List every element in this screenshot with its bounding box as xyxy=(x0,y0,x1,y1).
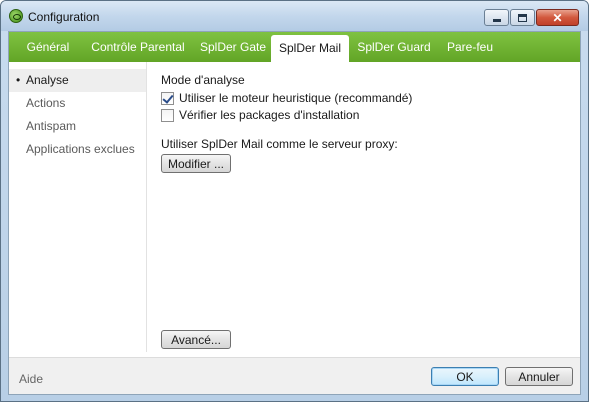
close-button[interactable]: ✕ xyxy=(536,9,579,26)
tab-general[interactable]: Général xyxy=(17,32,79,62)
sidebar: • Analyse Actions Antispam Applications … xyxy=(9,62,147,352)
advanced-button[interactable]: Avancé... xyxy=(161,330,231,349)
sidebar-item-actions[interactable]: Actions xyxy=(9,92,146,115)
close-icon: ✕ xyxy=(552,10,563,25)
maximize-icon xyxy=(518,13,527,22)
packages-label[interactable]: Vérifier les packages d'installation xyxy=(179,108,359,122)
active-bullet-icon: • xyxy=(16,73,21,87)
proxy-label: Utiliser SplDer Mail comme le serveur pr… xyxy=(161,137,398,151)
heuristic-option[interactable]: Utiliser le moteur heuristique (recomman… xyxy=(161,90,412,106)
minimize-button[interactable] xyxy=(484,9,509,26)
sidebar-item-label: Antispam xyxy=(26,119,77,133)
heuristic-checkbox[interactable] xyxy=(161,91,174,105)
cancel-button[interactable]: Annuler xyxy=(505,367,573,386)
tab-bar: Général Contrôle Parental SplDer Gate Sp… xyxy=(9,32,580,62)
sidebar-item-label: Analyse xyxy=(26,73,69,87)
packages-option[interactable]: Vérifier les packages d'installation xyxy=(161,107,359,123)
window-controls: ✕ xyxy=(484,9,579,26)
heuristic-label[interactable]: Utiliser le moteur heuristique (recomman… xyxy=(179,91,412,105)
tab-spider-gate[interactable]: SplDer Gate xyxy=(196,32,270,62)
sidebar-item-antispam[interactable]: Antispam xyxy=(9,115,146,138)
footer-bar: Aide OK Annuler xyxy=(9,357,580,394)
window-title: Configuration xyxy=(28,10,100,24)
help-link[interactable]: Aide xyxy=(19,372,43,386)
tab-firewall[interactable]: Pare-feu xyxy=(441,32,499,62)
minimize-icon xyxy=(492,19,501,22)
tab-spider-mail[interactable]: SplDer Mail xyxy=(271,35,349,62)
sidebar-item-label: Applications exclues xyxy=(26,142,135,156)
spider-app-icon xyxy=(9,9,23,23)
tab-parental-control[interactable]: Contrôle Parental xyxy=(85,32,191,62)
packages-checkbox[interactable] xyxy=(161,108,174,122)
ok-button[interactable]: OK xyxy=(431,367,499,386)
settings-panel: Mode d'analyse Utiliser le moteur heuris… xyxy=(161,62,571,352)
client-area: Général Contrôle Parental SplDer Gate Sp… xyxy=(8,31,581,395)
configuration-window: Configuration ✕ Général Contrôle Parenta… xyxy=(0,0,589,402)
maximize-button[interactable] xyxy=(510,9,535,26)
modify-button[interactable]: Modifier ... xyxy=(161,154,231,173)
tab-spider-guard[interactable]: SplDer Guard xyxy=(354,32,434,62)
title-bar[interactable]: Configuration ✕ xyxy=(1,1,588,31)
section-title: Mode d'analyse xyxy=(161,73,245,87)
sidebar-item-analyse[interactable]: • Analyse xyxy=(9,69,146,92)
sidebar-item-excluded-apps[interactable]: Applications exclues xyxy=(9,138,146,161)
sidebar-item-label: Actions xyxy=(26,96,66,110)
